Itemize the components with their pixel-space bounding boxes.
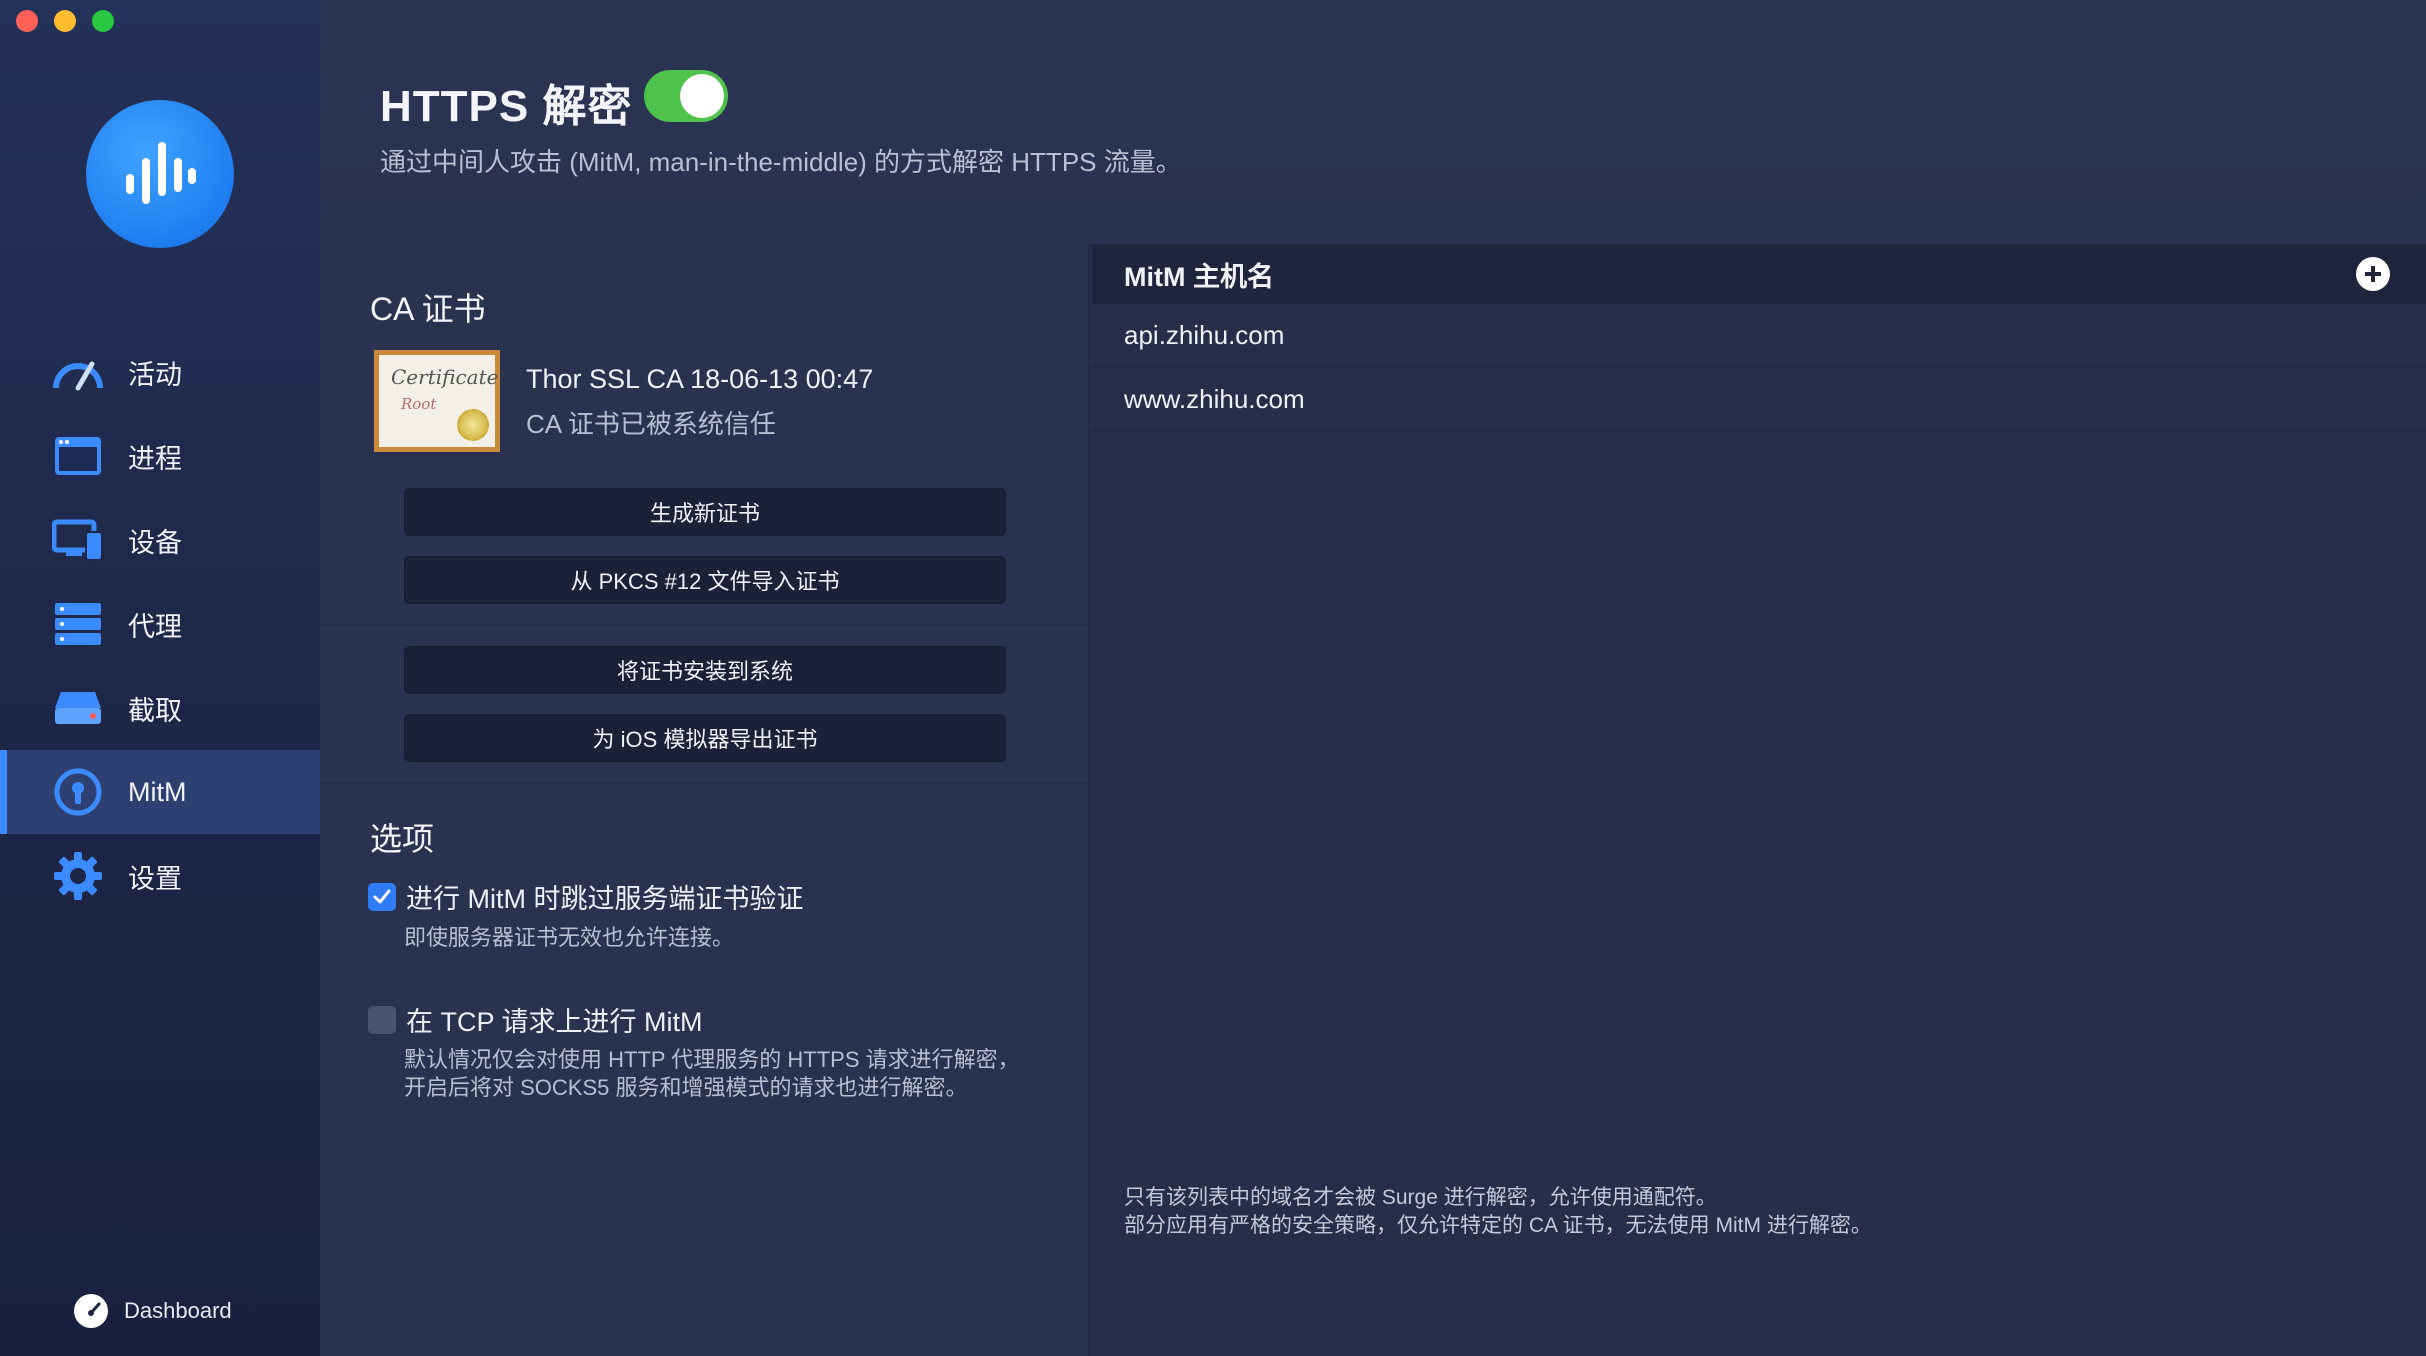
dashboard-label: Dashboard	[124, 1298, 232, 1323]
soundwave-icon	[126, 142, 196, 204]
page-title: HTTPS 解密	[380, 82, 633, 131]
sidebar-item-settings[interactable]: 设置	[0, 834, 320, 918]
certificate-image-subtext: Root	[401, 395, 437, 413]
ca-section-title: CA 证书	[370, 291, 486, 327]
skip-verify-option[interactable]: 进行 MitM 时跳过服务端证书验证	[368, 877, 804, 916]
tcp-mitm-checkbox[interactable]	[368, 1005, 396, 1034]
sidebar-item-activity[interactable]: 活动	[0, 330, 320, 414]
tcp-mitm-description-line: 默认情况仅会对使用 HTTP 代理服务的 HTTPS 请求进行解密，	[404, 1047, 1020, 1072]
lock-icon	[50, 764, 106, 820]
server-icon	[50, 596, 106, 652]
tcp-mitm-description: 默认情况仅会对使用 HTTP 代理服务的 HTTPS 请求进行解密， 开启后将对…	[404, 1046, 1020, 1102]
dashboard-icon	[74, 1294, 108, 1328]
footnote-line: 部分应用有严格的安全策略，仅允许特定的 CA 证书，无法使用 MitM 进行解密…	[1124, 1214, 1872, 1237]
devices-icon	[50, 512, 106, 568]
hostname-row[interactable]: www.zhihu.com	[1092, 368, 2426, 432]
import-pkcs12-button[interactable]: 从 PKCS #12 文件导入证书	[404, 556, 1006, 604]
page-header: HTTPS 解密 通过中间人攻击 (MitM, man-in-the-middl…	[320, 0, 2426, 244]
dashboard-button[interactable]: Dashboard	[72, 1292, 232, 1330]
app-logo	[86, 100, 234, 248]
sidebar-item-capture[interactable]: 截取	[0, 666, 320, 750]
ca-options-panel: CA 证书 Certificate Root Thor SSL CA 18-06…	[320, 244, 1090, 1356]
sidebar-item-label: 进程	[128, 443, 182, 474]
disk-icon	[50, 680, 106, 736]
sidebar-nav: 活动 进程 设备 代理 截取 MitM 设置	[0, 330, 320, 918]
certificate-name: Thor SSL CA 18-06-13 00:47	[526, 364, 874, 394]
sidebar-item-proxy[interactable]: 代理	[0, 582, 320, 666]
generate-certificate-button[interactable]: 生成新证书	[404, 488, 1006, 536]
page-subtitle: 通过中间人攻击 (MitM, man-in-the-middle) 的方式解密 …	[380, 147, 1182, 177]
hostnames-footnote: 只有该列表中的域名才会被 Surge 进行解密，允许使用通配符。 部分应用有严格…	[1124, 1184, 1872, 1240]
https-decrypt-toggle[interactable]	[644, 70, 728, 122]
mitm-hostnames-panel: MitM 主机名 api.zhihu.com www.zhihu.com 只有该…	[1092, 244, 2426, 1356]
main-content: HTTPS 解密 通过中间人攻击 (MitM, man-in-the-middl…	[320, 0, 2426, 1356]
sidebar-item-label: 活动	[128, 359, 182, 390]
sidebar-item-mitm[interactable]: MitM	[0, 750, 320, 834]
sidebar-item-label: MitM	[128, 776, 187, 807]
hostname-row[interactable]: api.zhihu.com	[1092, 304, 2426, 368]
footnote-line: 只有该列表中的域名才会被 Surge 进行解密，允许使用通配符。	[1124, 1186, 1717, 1209]
tcp-mitm-option[interactable]: 在 TCP 请求上进行 MitM	[368, 1000, 703, 1039]
tcp-mitm-label: 在 TCP 请求上进行 MitM	[406, 1007, 703, 1037]
hostnames-header-label: MitM 主机名	[1124, 261, 1274, 292]
certificate-status: CA 证书已被系统信任	[526, 409, 776, 439]
minimize-window-button[interactable]	[54, 10, 76, 32]
certificate-image-text: Certificate	[391, 365, 499, 389]
divider	[320, 624, 1090, 626]
skip-verify-description: 即使服务器证书无效也允许连接。	[404, 925, 735, 950]
checkmark-icon	[373, 889, 391, 903]
add-hostname-button[interactable]	[2356, 257, 2390, 291]
hostnames-header: MitM 主机名	[1092, 244, 2426, 304]
certificate-seal	[457, 409, 489, 441]
sidebar-item-devices[interactable]: 设备	[0, 498, 320, 582]
sidebar-item-label: 设备	[128, 527, 182, 558]
install-certificate-button[interactable]: 将证书安装到系统	[404, 646, 1006, 694]
window-controls	[16, 10, 114, 32]
plus-icon	[2365, 266, 2381, 282]
skip-verify-checkbox[interactable]	[368, 882, 396, 911]
sidebar-item-label: 设置	[128, 863, 182, 894]
options-section-title: 选项	[370, 821, 435, 857]
certificate-icon: Certificate Root	[374, 350, 500, 452]
close-window-button[interactable]	[16, 10, 38, 32]
sidebar-item-label: 代理	[128, 611, 182, 642]
zoom-window-button[interactable]	[92, 10, 114, 32]
sidebar: 活动 进程 设备 代理 截取 MitM 设置 Dashboard	[0, 0, 320, 1356]
toggle-knob	[680, 74, 724, 118]
divider	[320, 782, 1090, 784]
export-ios-simulator-button[interactable]: 为 iOS 模拟器导出证书	[404, 714, 1006, 762]
gear-icon	[50, 848, 106, 904]
window-icon	[50, 428, 106, 484]
gauge-icon	[50, 344, 106, 400]
sidebar-item-label: 截取	[128, 695, 182, 726]
skip-verify-label: 进行 MitM 时跳过服务端证书验证	[406, 884, 804, 914]
sidebar-item-processes[interactable]: 进程	[0, 414, 320, 498]
tcp-mitm-description-line: 开启后将对 SOCKS5 服务和增强模式的请求也进行解密。	[404, 1075, 968, 1100]
